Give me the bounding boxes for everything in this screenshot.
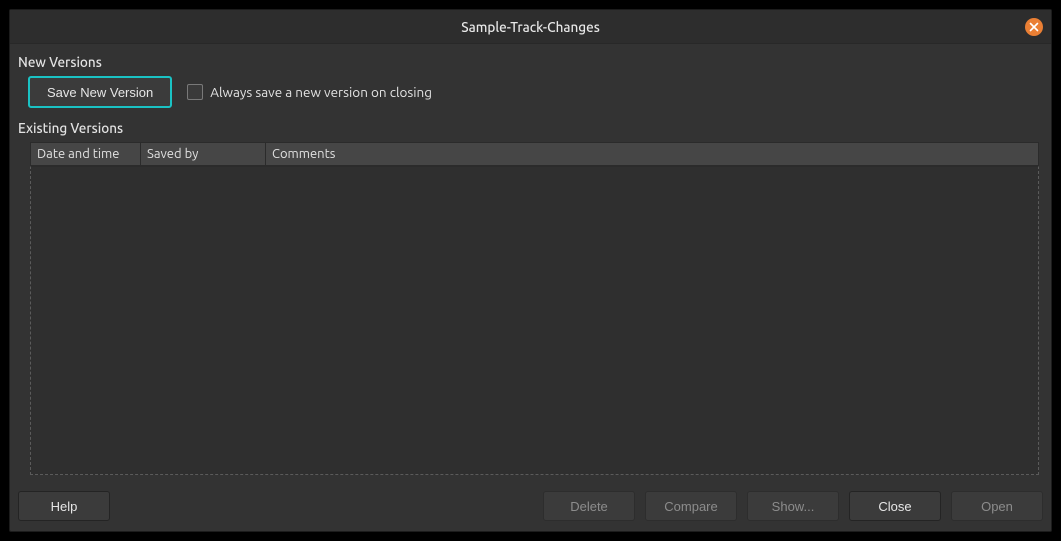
column-saved-by[interactable]: Saved by	[140, 142, 265, 166]
compare-button[interactable]: Compare	[645, 491, 737, 521]
existing-versions-heading: Existing Versions	[18, 120, 1043, 136]
close-button[interactable]: Close	[849, 491, 941, 521]
new-versions-row: Save New Version Always save a new versi…	[18, 76, 1043, 118]
column-comments[interactable]: Comments	[265, 142, 1039, 166]
table-body[interactable]	[30, 166, 1039, 475]
open-button[interactable]: Open	[951, 491, 1043, 521]
versions-dialog: Sample-Track-Changes New Versions Save N…	[9, 9, 1052, 532]
help-button[interactable]: Help	[18, 491, 110, 521]
versions-table: Date and time Saved by Comments	[18, 142, 1043, 481]
dialog-title: Sample-Track-Changes	[10, 19, 1051, 35]
delete-button[interactable]: Delete	[543, 491, 635, 521]
titlebar: Sample-Track-Changes	[10, 10, 1051, 44]
show-button[interactable]: Show...	[747, 491, 839, 521]
save-new-version-button[interactable]: Save New Version	[28, 76, 172, 108]
close-icon	[1029, 22, 1039, 32]
always-save-label: Always save a new version on closing	[210, 84, 432, 100]
column-date-time[interactable]: Date and time	[30, 142, 140, 166]
dialog-footer: Help Delete Compare Show... Close Open	[10, 481, 1051, 531]
always-save-checkbox[interactable]: Always save a new version on closing	[187, 84, 432, 100]
dialog-content: New Versions Save New Version Always sav…	[10, 44, 1051, 481]
new-versions-heading: New Versions	[18, 54, 1043, 70]
checkbox-box	[187, 84, 203, 100]
table-header: Date and time Saved by Comments	[30, 142, 1039, 166]
window-close-button[interactable]	[1025, 18, 1043, 36]
